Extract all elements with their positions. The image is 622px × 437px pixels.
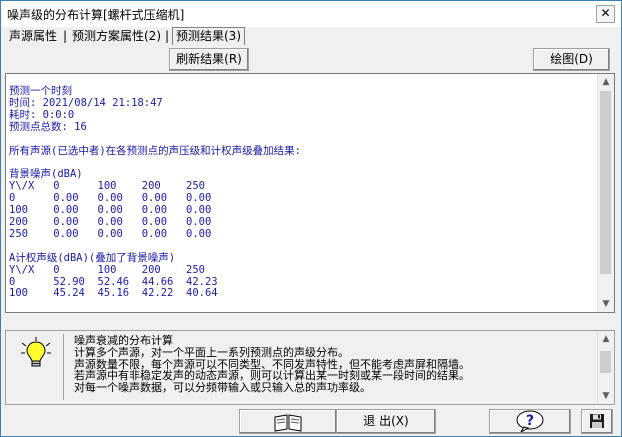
app-window: 噪声级的分布计算[螺杆式压缩机] ✕ 声源属性 | 预测方案属性(2) | 预测… bbox=[0, 0, 622, 437]
help-line: 对每一个噪声数据，可以分频带输入或只输入总的声功率级。 bbox=[74, 381, 371, 395]
results-content: 预测一个时刻 时间: 2021/08/14 21:18:47 耗时: 0:0:0 预测… bbox=[9, 85, 301, 300]
help-scroll-down-arrow-icon[interactable]: ▼ bbox=[598, 388, 614, 404]
tab-source-properties[interactable]: 声源属性 bbox=[9, 28, 57, 45]
help-question-icon: ? bbox=[516, 410, 544, 434]
exit-button[interactable]: 退 出(X) bbox=[336, 409, 436, 434]
tab-prediction-scheme[interactable]: 预测方案属性(2) bbox=[72, 28, 161, 45]
help-scroll-thumb[interactable] bbox=[600, 351, 611, 373]
help-line: 计算多个声源，对一个平面上一系列预测点的声级分布。 bbox=[74, 345, 349, 359]
refresh-button-label: 刷新结果(R) bbox=[176, 52, 242, 66]
help-scrollbar[interactable]: ▲ ▼ bbox=[597, 331, 614, 404]
results-line: Y\/X 0 100 200 250 bbox=[9, 263, 205, 276]
help-scroll-up-arrow-icon[interactable]: ▲ bbox=[598, 331, 614, 347]
help-button[interactable]: ? bbox=[489, 409, 571, 434]
results-scrollbar[interactable]: ▲ ▼ bbox=[597, 74, 614, 312]
save-button[interactable] bbox=[581, 409, 613, 434]
refresh-button[interactable]: 刷新结果(R) bbox=[169, 48, 249, 71]
scroll-thumb[interactable] bbox=[600, 91, 611, 274]
help-glyph: ? bbox=[526, 413, 534, 429]
lightbulb-icon bbox=[21, 337, 51, 367]
results-line bbox=[9, 241, 301, 253]
window-title: 噪声级的分布计算[螺杆式压缩机] bbox=[7, 8, 185, 22]
help-icon-box bbox=[9, 334, 64, 400]
scroll-up-arrow-icon[interactable]: ▲ bbox=[598, 74, 614, 90]
plot-button[interactable]: 绘图(D) bbox=[533, 48, 610, 71]
title-bar: 噪声级的分布计算[螺杆式压缩机] ✕ bbox=[1, 1, 621, 27]
results-line: A计权声级(dBA)(叠加了背景噪声) bbox=[9, 251, 176, 264]
help-text: 噪声衰减的分布计算 计算多个声源，对一个平面上一系列预测点的声级分布。 声源数量不限… bbox=[74, 335, 470, 394]
help-panel: 噪声衰减的分布计算 计算多个声源，对一个平面上一系列预测点的声级分布。 声源数量不限… bbox=[5, 330, 615, 405]
close-button[interactable]: ✕ bbox=[596, 5, 615, 23]
exit-button-label: 退 出(X) bbox=[363, 414, 409, 428]
results-line: 250 0.00 0.00 0.00 0.00 bbox=[9, 227, 212, 240]
manual-button[interactable] bbox=[239, 409, 337, 434]
results-text-area[interactable]: 预测一个时刻 时间: 2021/08/14 21:18:47 耗时: 0:0:0 预测… bbox=[5, 73, 615, 313]
tab-separator: | bbox=[165, 29, 170, 43]
scroll-down-arrow-icon[interactable]: ▼ bbox=[598, 296, 614, 312]
floppy-disk-icon bbox=[590, 414, 604, 428]
results-line: 100 45.24 45.16 42.22 40.64 bbox=[9, 287, 218, 300]
results-line: 所有声源(已选中者)在各预测点的声压级和计权声级叠加结果: bbox=[9, 144, 301, 157]
close-icon: ✕ bbox=[600, 6, 611, 20]
results-line: 耗时: 0:0:0 bbox=[9, 108, 75, 121]
tab-prediction-results[interactable]: 预测结果(3) bbox=[172, 27, 245, 45]
tab-separator: | bbox=[63, 29, 68, 43]
results-line: 预测点总数: 16 bbox=[9, 120, 87, 133]
plot-button-label: 绘图(D) bbox=[550, 52, 593, 66]
results-line bbox=[9, 134, 301, 146]
book-icon bbox=[274, 414, 302, 432]
